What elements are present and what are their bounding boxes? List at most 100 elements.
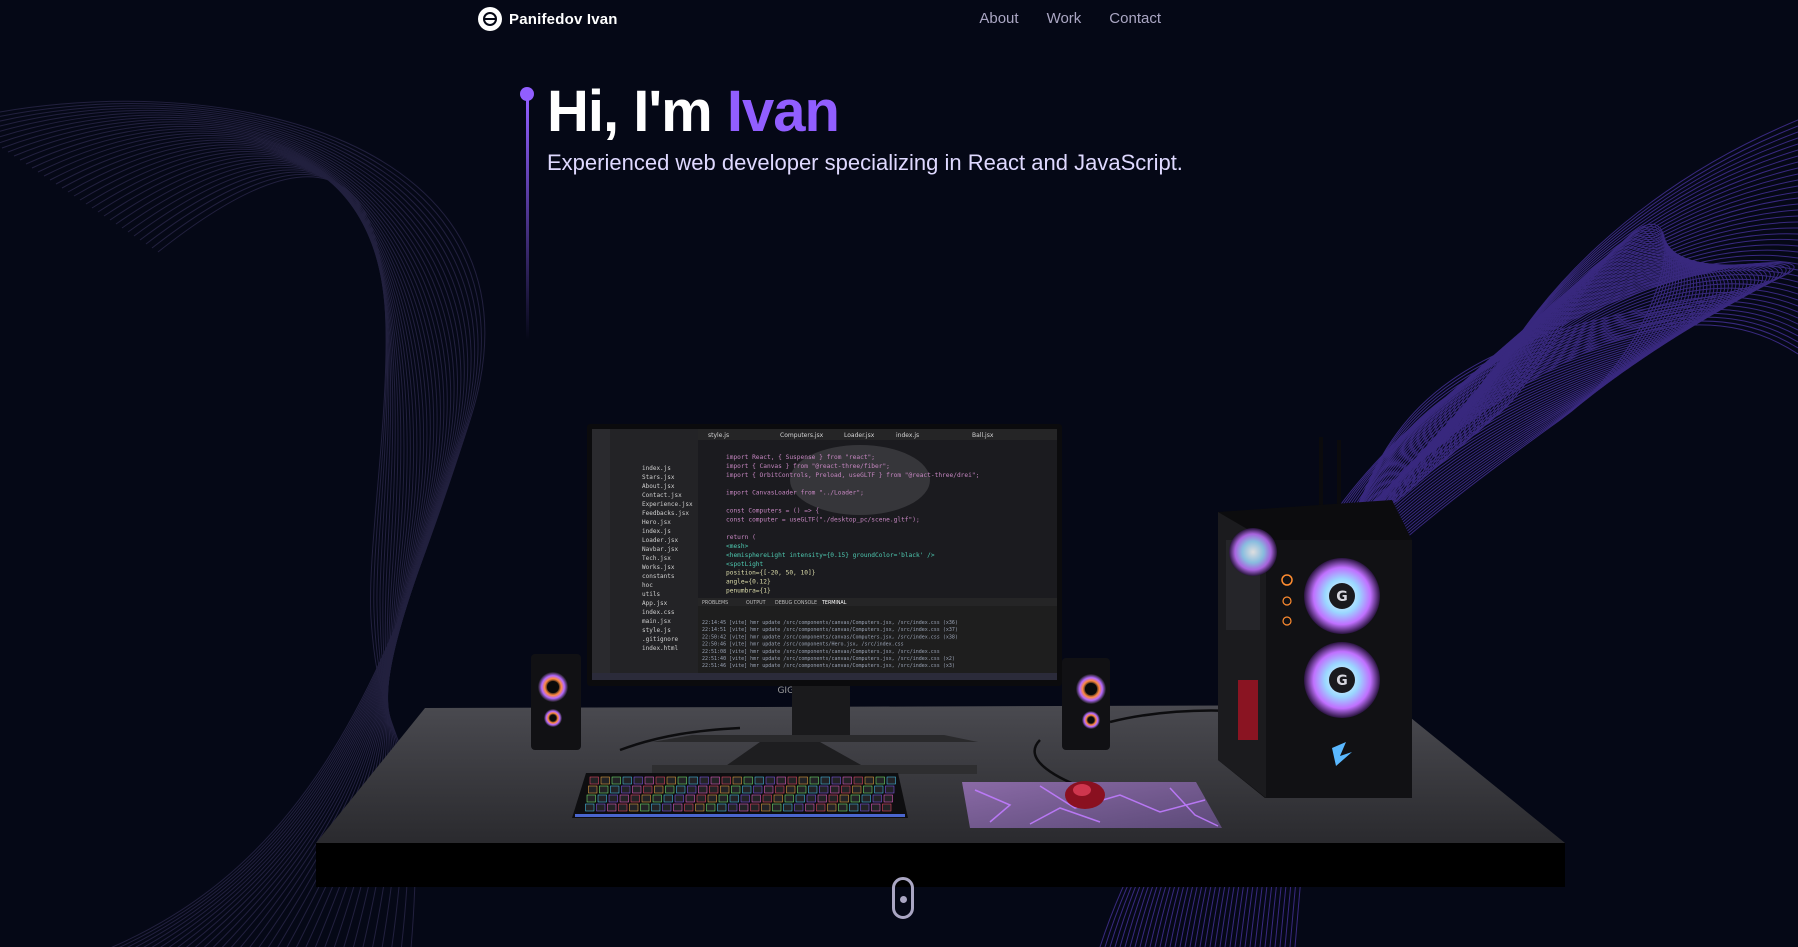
explorer-file[interactable]: hoc [642, 582, 653, 589]
explorer-file[interactable]: index.js [642, 465, 671, 472]
editor-tab[interactable]: Loader.jsx [844, 432, 875, 439]
keyboard-key [762, 794, 772, 803]
keyboard-key [871, 803, 881, 812]
explorer-file[interactable]: Loader.jsx [642, 537, 679, 544]
keyboard-key [761, 803, 771, 812]
explorer-file[interactable]: Experience.jsx [642, 501, 693, 508]
keyboard-key [588, 785, 598, 794]
keyboard-key [619, 794, 629, 803]
code-line: import { OrbitControls, Preload, useGLTF… [726, 472, 979, 479]
keyboard-key [643, 785, 653, 794]
explorer-file[interactable]: Hero.jsx [642, 519, 671, 526]
code-line: <hemisphereLight intensity={0.15} ground… [726, 552, 935, 559]
explorer-file[interactable]: main.jsx [642, 618, 671, 625]
keyboard-key [765, 776, 775, 785]
keyboard-key [742, 785, 752, 794]
keyboard-key [718, 794, 728, 803]
scroll-dot [900, 896, 907, 903]
keyboard-key [743, 776, 753, 785]
explorer-file[interactable]: Works.jsx [642, 564, 675, 571]
explorer-file[interactable]: constants [642, 573, 675, 580]
keyboard-key [709, 785, 719, 794]
editor-tab[interactable]: index.js [896, 432, 919, 439]
code-line: <spotLight [726, 561, 764, 568]
keyboard-key [597, 794, 607, 803]
keyboard-key [685, 794, 695, 803]
keyboard-key [632, 785, 642, 794]
nav-link-about[interactable]: About [979, 10, 1018, 27]
terminal-line: 22:50:42 [vite] hmr update /src/componen… [702, 634, 958, 640]
explorer-file[interactable]: index.html [642, 645, 679, 652]
keyboard-key [717, 803, 727, 812]
editor-tab[interactable]: Computers.jsx [780, 432, 824, 439]
keyboard-key [610, 785, 620, 794]
explorer-file[interactable]: index.js [642, 528, 671, 535]
keyboard-key [820, 776, 830, 785]
keyboard-key [805, 803, 815, 812]
terminal-line: 22:50:46 [vite] hmr update /src/componen… [702, 642, 904, 648]
code-line: import React, { Suspense } from "react"; [726, 454, 875, 461]
keyboard-key [710, 776, 720, 785]
keyboard-key [872, 794, 882, 803]
navbar: Panifedov Ivan About Work Contact [0, 0, 1798, 38]
explorer-file[interactable]: style.js [642, 627, 671, 634]
hero-title: Hi, I'm Ivan [547, 79, 840, 144]
scroll-down-indicator[interactable] [892, 877, 914, 919]
editor-tab[interactable]: Ball.jsx [972, 432, 994, 439]
keyboard-key [806, 794, 816, 803]
hero-name: Ivan [726, 79, 840, 144]
keyboard-key [706, 803, 716, 812]
explorer-file[interactable]: utils [642, 591, 660, 598]
keyboard-key [828, 794, 838, 803]
keyboard-key [740, 794, 750, 803]
logo-icon [478, 7, 502, 31]
keyboard-key [861, 794, 871, 803]
keyboard-key [850, 794, 860, 803]
brand-link[interactable]: Panifedov Ivan [478, 7, 618, 31]
explorer-file[interactable]: Feedbacks.jsx [642, 510, 689, 517]
keyboard-key [684, 803, 694, 812]
keyboard-key [729, 794, 739, 803]
keyboard-key [732, 776, 742, 785]
keyboard-key [688, 776, 698, 785]
keyboard-key [589, 776, 599, 785]
svg-text:DEBUG CONSOLE: DEBUG CONSOLE [775, 600, 817, 606]
code-line: import CanvasLoader from "../Loader"; [726, 490, 864, 497]
right-speaker [1062, 658, 1110, 750]
keyboard-key [816, 803, 826, 812]
keyboard-key [882, 803, 892, 812]
keyboard-key [830, 785, 840, 794]
mousepad [962, 781, 1222, 828]
terminal-line: 22:51:40 [vite] hmr update /src/componen… [702, 656, 955, 662]
keyboard-key [677, 776, 687, 785]
keyboard-key [607, 803, 617, 812]
explorer-file[interactable]: App.jsx [642, 600, 668, 607]
keyboard-key [817, 794, 827, 803]
keyboard-key [698, 785, 708, 794]
explorer-file[interactable]: About.jsx [642, 483, 675, 490]
explorer-file[interactable]: .gitignore [642, 636, 679, 643]
editor-tab[interactable]: style.js [708, 432, 729, 439]
hero-accent-dot [520, 87, 534, 101]
keyboard-key [674, 794, 684, 803]
code-line: position={[-20, 50, 10]} [726, 570, 816, 577]
keyboard-key [841, 785, 851, 794]
keyboard-key [641, 794, 651, 803]
explorer-file[interactable]: Contact.jsx [642, 492, 682, 499]
explorer-file[interactable]: Navbar.jsx [642, 546, 679, 553]
keyboard-key [849, 803, 859, 812]
keyboard-key [838, 803, 848, 812]
keyboard-key [640, 803, 650, 812]
keyboard-key [808, 785, 818, 794]
explorer-file[interactable]: Tech.jsx [642, 555, 671, 562]
explorer-file[interactable]: index.css [642, 609, 675, 616]
keyboard-key [644, 776, 654, 785]
keyboard-key [721, 776, 731, 785]
keyboard-key [731, 785, 741, 794]
desktop-pc-3d-scene[interactable]: index.js Stars.jsx About.jsx Contact.jsx Exp… [0, 0, 1798, 947]
keyboard-key [764, 785, 774, 794]
nav-link-work[interactable]: Work [1047, 10, 1082, 27]
keyboard-key [786, 785, 796, 794]
explorer-file[interactable]: Stars.jsx [642, 474, 675, 481]
nav-link-contact[interactable]: Contact [1109, 10, 1161, 27]
